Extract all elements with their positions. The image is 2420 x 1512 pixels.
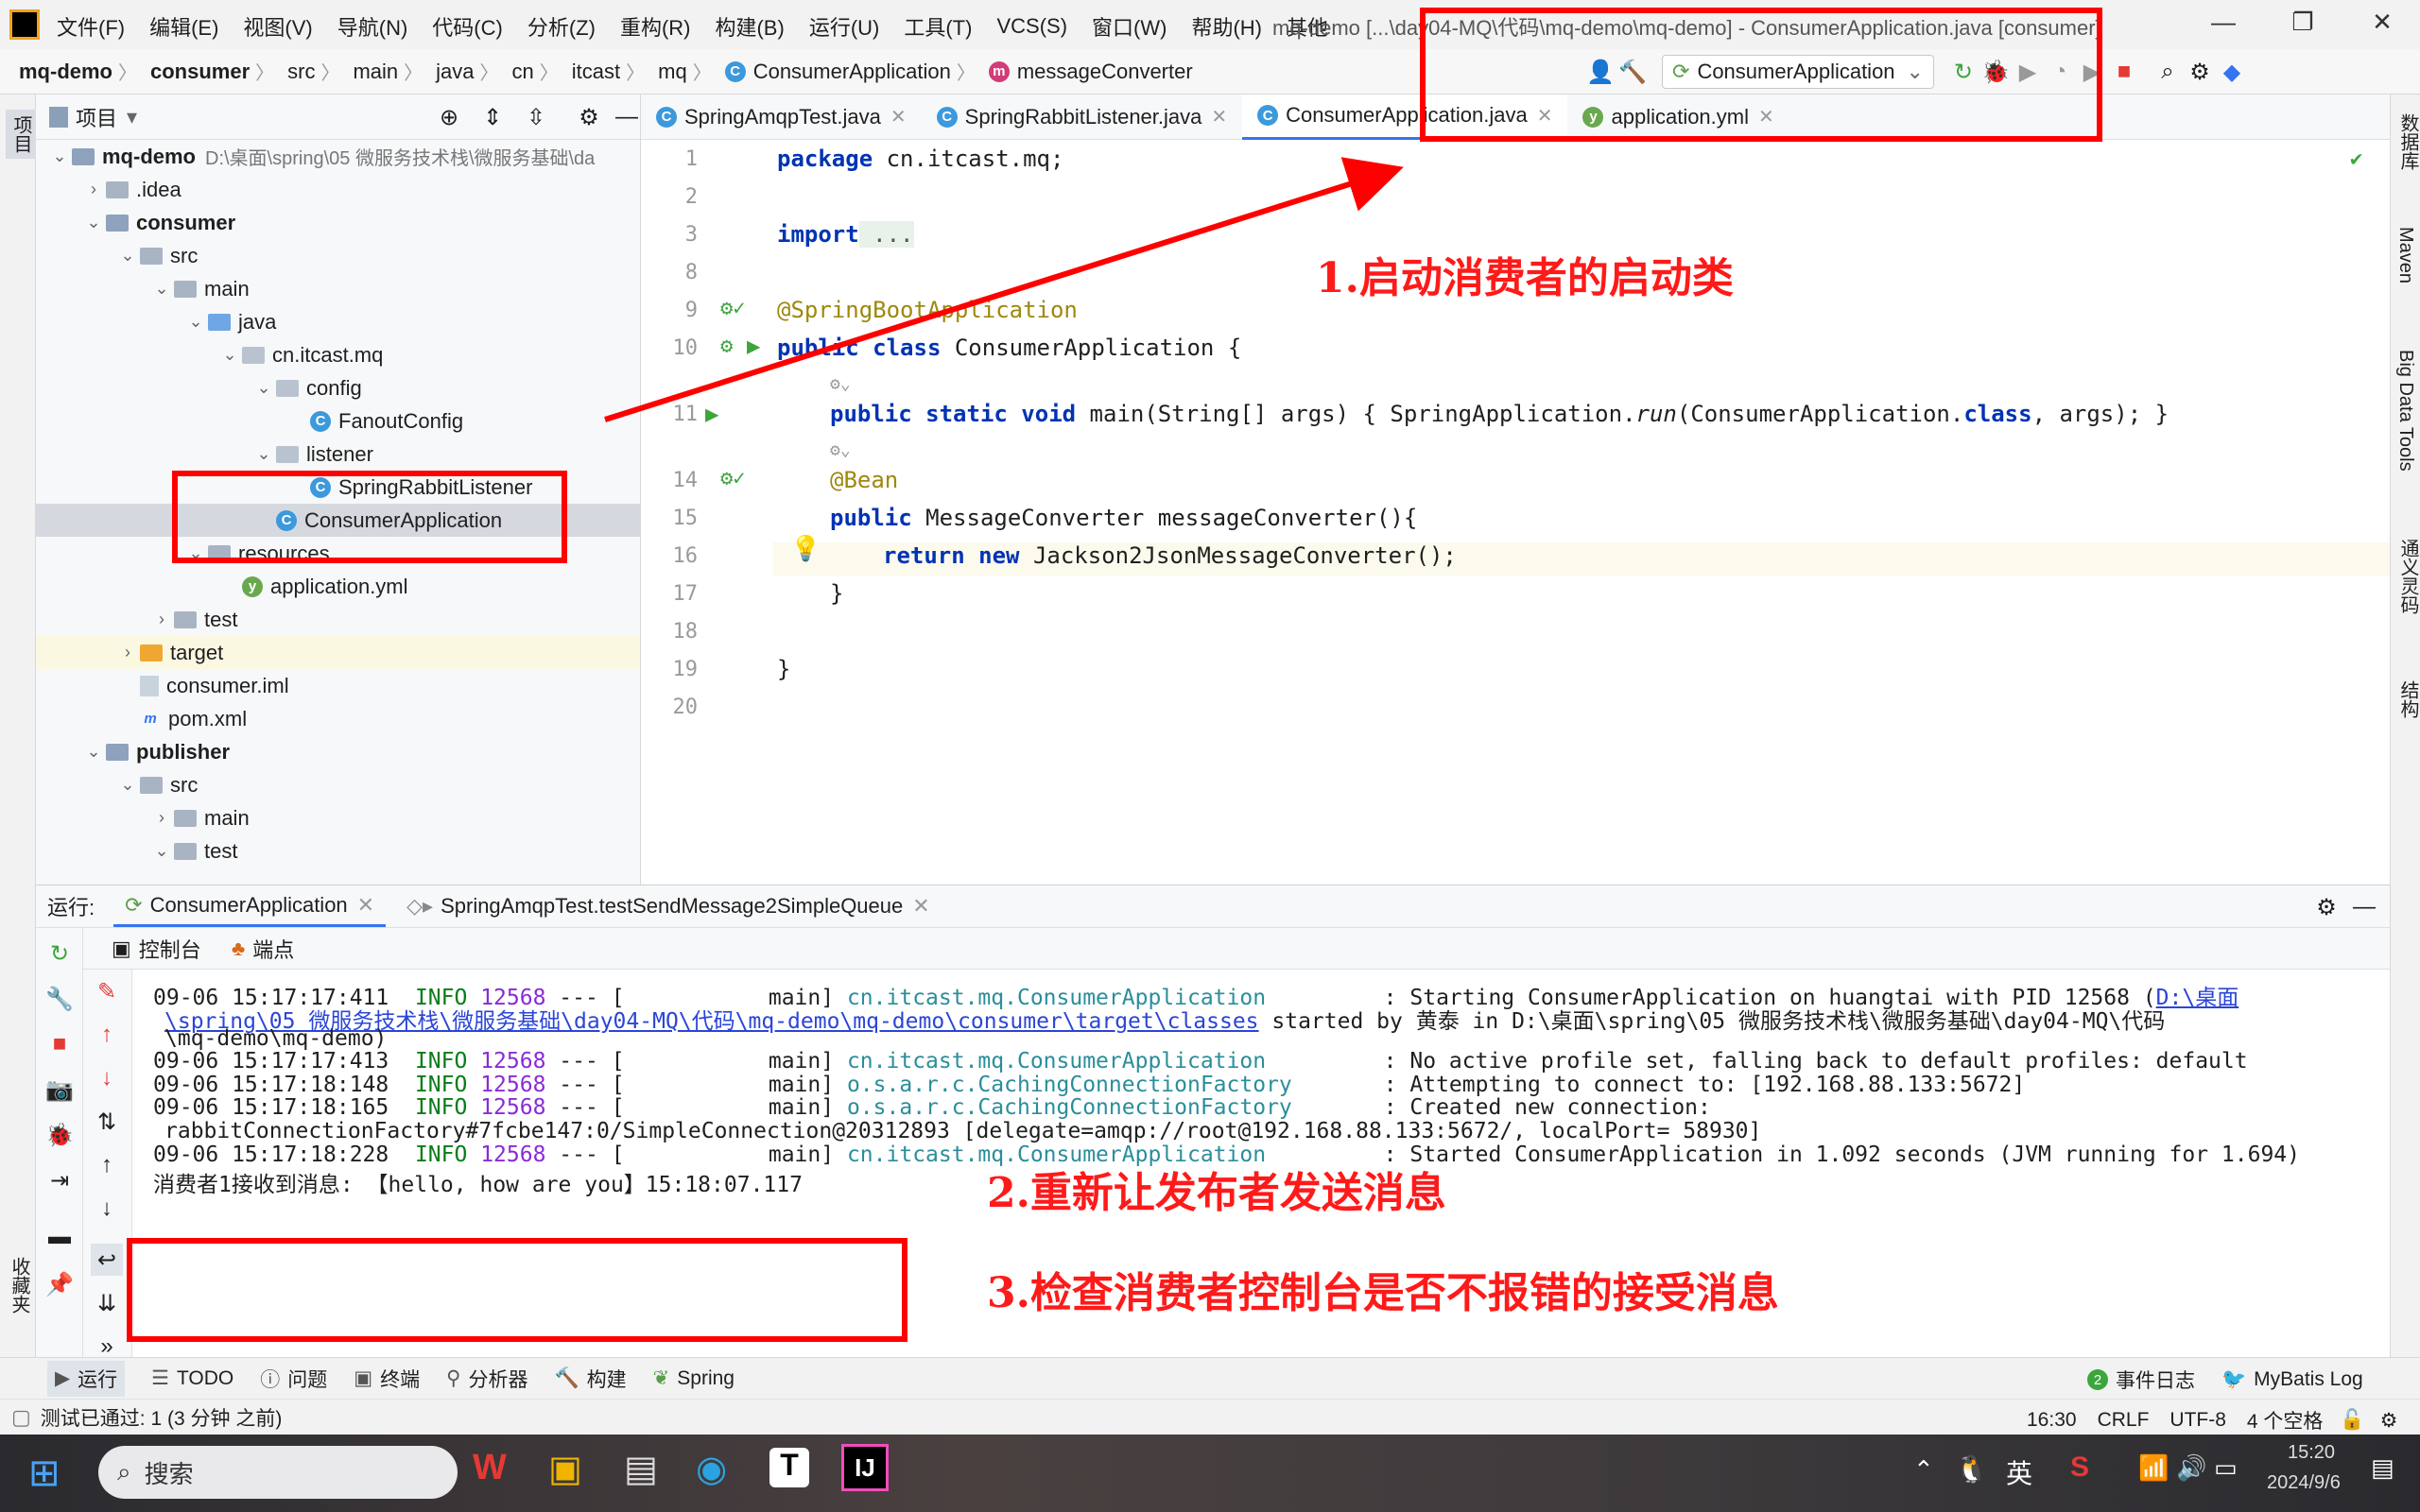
annotation-step-2: 2.重新让发布者发送消息	[987, 1169, 1446, 1217]
annotation-step-1: 1.启动消费者的启动类	[1316, 254, 1734, 302]
annotation-step-3: 3.检查消费者控制台是否不报错的接受消息	[987, 1269, 1779, 1317]
